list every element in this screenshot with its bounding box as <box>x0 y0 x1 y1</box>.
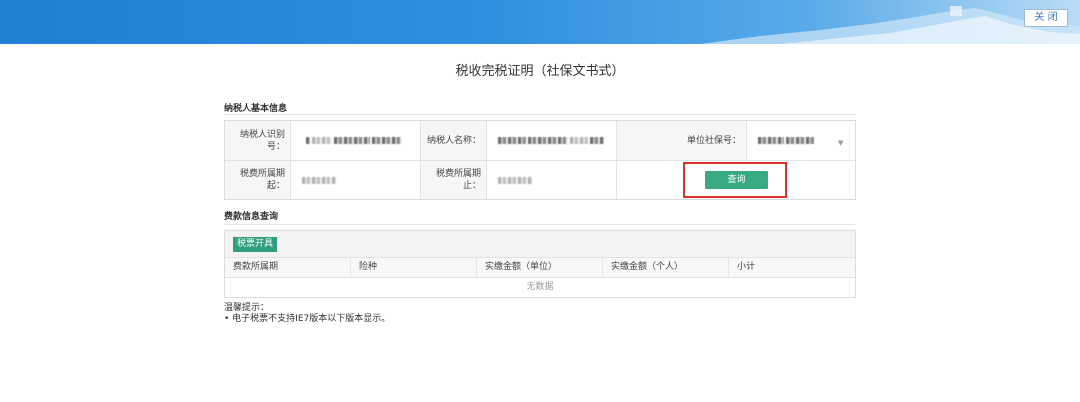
chevron-down-icon[interactable]: ▼ <box>838 139 843 147</box>
column-header: 小计 <box>737 262 756 272</box>
tips-section: 温馨提示： • 电子税票不支持IE7版本以下版本显示。 <box>224 303 390 325</box>
taxpayer-name-label: 纳税人名称： <box>421 121 487 161</box>
fee-info-heading: 费款信息查询 <box>224 212 279 222</box>
close-button[interactable]: 关 闭 <box>1024 9 1068 27</box>
period-end-input[interactable] <box>487 161 617 199</box>
great-wall-graphic <box>700 6 1080 44</box>
empty-state-text: 无数据 <box>526 282 554 292</box>
taxpayer-id-value <box>291 121 421 161</box>
social-security-label: 单位社保号： <box>617 121 747 161</box>
fee-table: 税票开具 费款所属期 险种 实缴金额（单位） 实缴金额（个人） 小计 无数据 <box>224 230 856 298</box>
period-end-label: 税费所属期止： <box>421 161 487 199</box>
basic-info-heading: 纳税人基本信息 <box>224 104 288 114</box>
tips-title: 温馨提示： <box>224 303 270 313</box>
column-header: 险种 <box>351 258 477 277</box>
column-header: 实缴金额（个人） <box>603 258 729 277</box>
fee-toolbar: 税票开具 <box>225 231 855 258</box>
period-start-label: 税费所属期起： <box>225 161 291 199</box>
column-header: 费款所属期 <box>225 258 351 277</box>
issue-tax-invoice-button[interactable]: 税票开具 <box>233 237 278 252</box>
section-divider <box>224 224 856 225</box>
tips-item: • 电子税票不支持IE7版本以下版本显示。 <box>224 314 391 324</box>
taxpayer-id-label: 纳税人识别号： <box>225 121 291 161</box>
column-header: 实缴金额（单位） <box>477 258 603 277</box>
query-button[interactable]: 查询 <box>705 171 768 189</box>
fee-table-header: 费款所属期 险种 实缴金额（单位） 实缴金额（个人） 小计 <box>225 258 855 278</box>
section-divider <box>224 114 856 115</box>
period-start-input[interactable] <box>291 161 421 199</box>
header-banner: 关 闭 <box>0 0 1080 44</box>
taxpayer-name-value <box>487 121 617 161</box>
page-title: 税收完税证明（社保文书式） <box>455 64 625 79</box>
